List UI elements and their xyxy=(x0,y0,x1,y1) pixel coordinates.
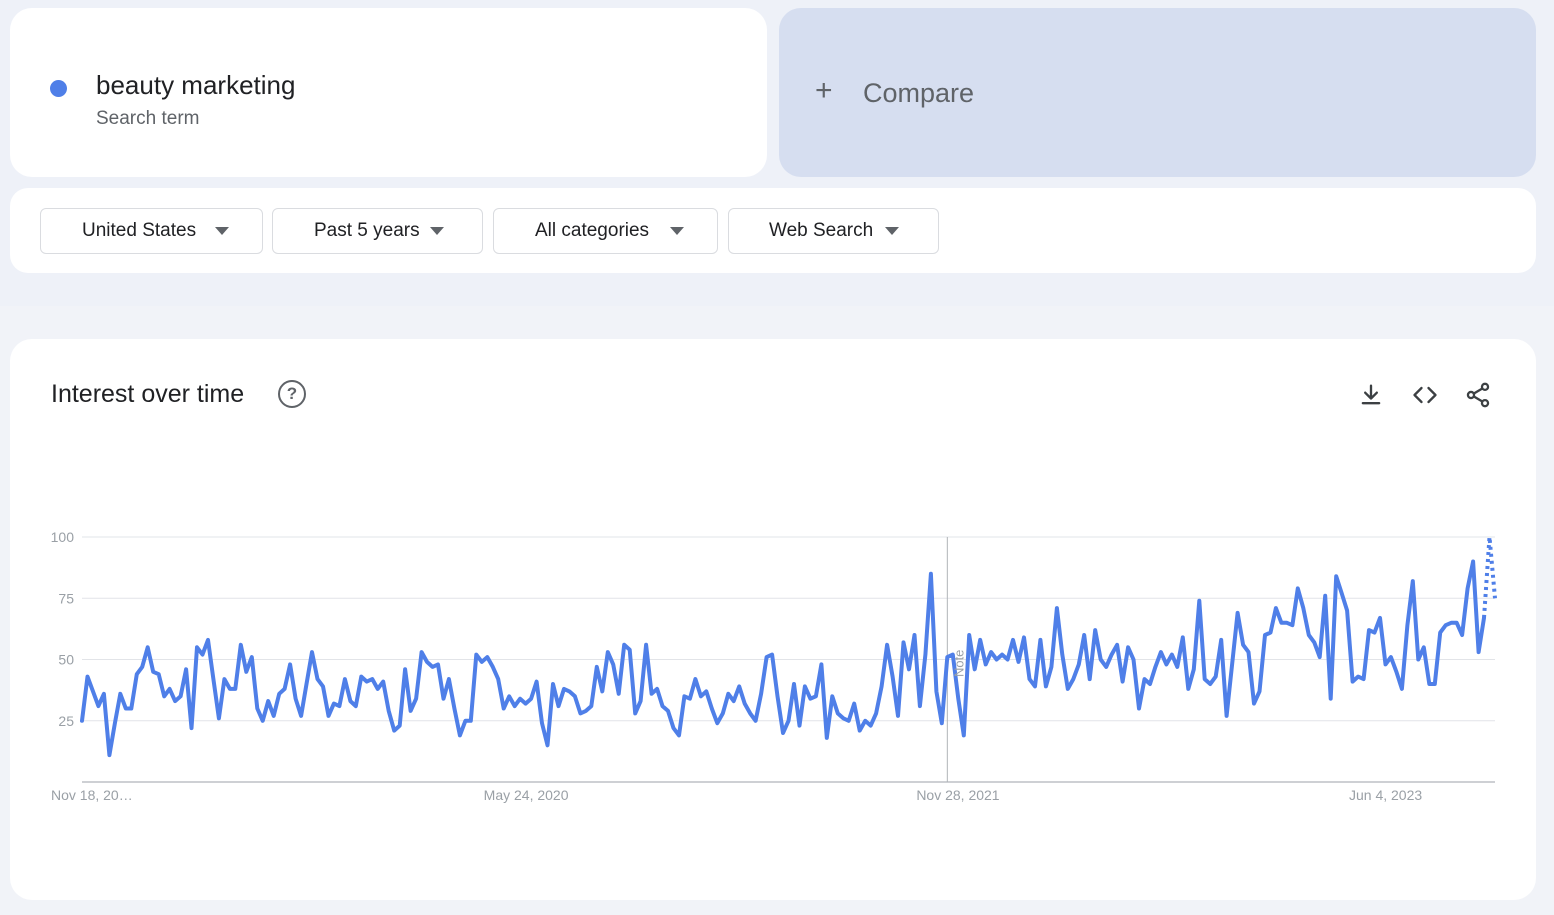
plus-icon: + xyxy=(815,74,833,107)
search-type-filter-label: Web Search xyxy=(769,220,874,241)
caret-down-icon xyxy=(430,227,444,235)
caret-down-icon xyxy=(885,227,899,235)
x-tick-label: Nov 18, 20… xyxy=(51,787,133,803)
x-tick-label: Jun 4, 2023 xyxy=(1349,787,1422,803)
category-filter-label: All categories xyxy=(535,220,650,241)
search-term-card[interactable]: beauty marketing Search term xyxy=(10,8,767,177)
time-range-filter-label: Past 5 years xyxy=(314,220,420,241)
caret-down-icon xyxy=(215,227,229,235)
caret-down-icon xyxy=(670,227,684,235)
interest-over-time-card: Interest over time ? 100 75 50 25 Nov 18, 20… xyxy=(10,339,1536,900)
interest-line-chart: 100 75 50 25 Nov 18, 20… May 24, 2020 Nov 28, … xyxy=(51,529,1497,803)
series-line xyxy=(80,559,1486,758)
region-filter-dropdown[interactable]: United States xyxy=(40,208,263,254)
compare-button[interactable]: + Compare xyxy=(779,8,1536,177)
y-tick-label: 25 xyxy=(58,713,74,729)
y-tick-label: 50 xyxy=(58,652,74,668)
compare-label: Compare xyxy=(863,78,975,108)
note-annotation: Note xyxy=(951,650,966,677)
search-term-type: Search term xyxy=(96,108,200,129)
y-tick-label: 75 xyxy=(58,590,74,606)
category-filter-dropdown[interactable]: All categories xyxy=(493,208,718,254)
time-range-filter-dropdown[interactable]: Past 5 years xyxy=(272,208,483,254)
x-tick-label: Nov 28, 2021 xyxy=(916,787,999,803)
region-filter-label: United States xyxy=(82,220,197,241)
search-type-filter-dropdown[interactable]: Web Search xyxy=(728,208,939,254)
series-color-dot xyxy=(50,80,67,97)
search-term-name[interactable]: beauty marketing xyxy=(96,70,295,101)
filter-bar: United States Past 5 years All categorie… xyxy=(10,188,1536,273)
y-tick-label: 100 xyxy=(51,529,75,545)
x-tick-label: May 24, 2020 xyxy=(484,787,569,803)
series-line-partial xyxy=(1482,536,1497,619)
